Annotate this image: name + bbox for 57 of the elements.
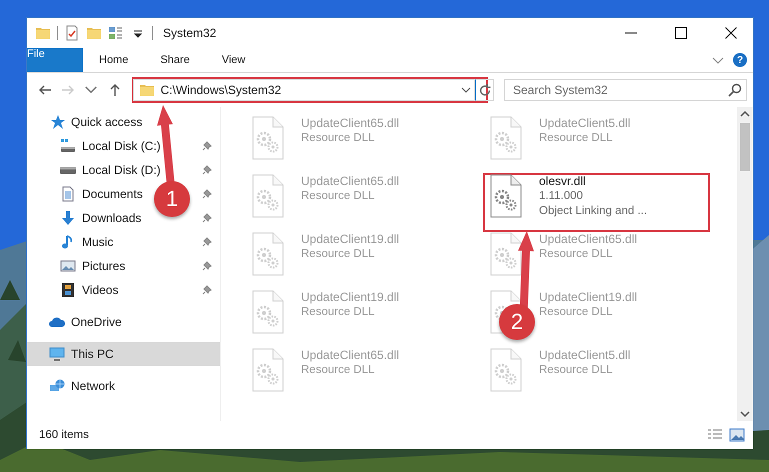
file-tab[interactable]: File <box>27 48 83 72</box>
ribbon-tab[interactable]: Home <box>83 48 144 72</box>
item-count: 160 items <box>39 429 90 441</box>
arrow-up-icon <box>108 84 121 96</box>
search-field[interactable]: Search System32 <box>504 79 747 101</box>
sidebar-item[interactable]: Local Disk (D:) <box>82 163 161 177</box>
refresh-button[interactable] <box>475 79 494 101</box>
search-icon[interactable] <box>728 83 742 97</box>
refresh-icon <box>478 84 491 96</box>
file-detail: Resource DLL <box>301 131 375 146</box>
sidebar-item[interactable]: Network <box>71 379 116 393</box>
sidebar-item[interactable]: Local Disk (C:) <box>82 139 161 153</box>
download-icon <box>60 210 76 226</box>
drive-icon <box>60 166 76 174</box>
file-detail: Resource DLL <box>539 363 613 378</box>
help-button[interactable]: ? <box>733 53 747 67</box>
file-detail: Resource DLL <box>301 189 375 204</box>
file-detail: Resource DLL <box>301 363 375 378</box>
chevron-down-icon[interactable] <box>711 55 725 65</box>
chevron-down-icon <box>85 84 98 96</box>
file-name[interactable]: olesvr.dll <box>539 174 586 189</box>
file-detail: Object Linking and ... <box>539 204 648 219</box>
ribbon-tab[interactable]: Share <box>144 48 206 72</box>
image-icon <box>60 258 76 274</box>
file-detail: Resource DLL <box>301 247 375 262</box>
sidebar-item[interactable]: Quick access <box>71 115 142 129</box>
scrollbar[interactable] <box>737 107 753 421</box>
arrow-right-icon <box>62 84 74 96</box>
monitor-icon <box>49 346 65 362</box>
sidebar-item[interactable]: Pictures <box>82 259 126 273</box>
sidebar-item[interactable]: Documents <box>82 187 143 201</box>
maximize-icon <box>675 27 687 39</box>
checklist-icon[interactable] <box>64 25 80 41</box>
ribbon-tab[interactable]: View <box>206 48 262 72</box>
file-detail: 1.11.000 <box>539 189 583 204</box>
sidebar-item[interactable]: OneDrive <box>71 315 122 329</box>
sidebar-item[interactable]: Videos <box>82 283 118 297</box>
scrollbar-thumb[interactable] <box>740 123 750 171</box>
sidebar-item[interactable]: Music <box>82 235 114 249</box>
file-detail: Resource DLL <box>539 305 613 320</box>
close-icon <box>725 27 737 39</box>
film-icon <box>60 282 76 298</box>
folder-icon <box>138 82 154 98</box>
drive-icon <box>60 138 76 154</box>
star-icon <box>49 114 65 130</box>
sidebar-item[interactable]: Downloads <box>82 211 142 225</box>
arrow-left-icon <box>38 84 51 96</box>
file-detail: Resource DLL <box>301 305 375 320</box>
window-title: System32 <box>163 26 218 40</box>
file-detail: Resource DLL <box>539 131 613 146</box>
network-icon <box>49 378 65 394</box>
dll-file-icon[interactable] <box>489 174 523 218</box>
sidebar-item[interactable]: This PC <box>71 347 114 361</box>
file-detail: Resource DLL <box>539 247 613 262</box>
large-icons-view-icon[interactable] <box>729 428 745 442</box>
view-options-icon[interactable] <box>108 25 124 41</box>
document-icon <box>60 186 76 202</box>
